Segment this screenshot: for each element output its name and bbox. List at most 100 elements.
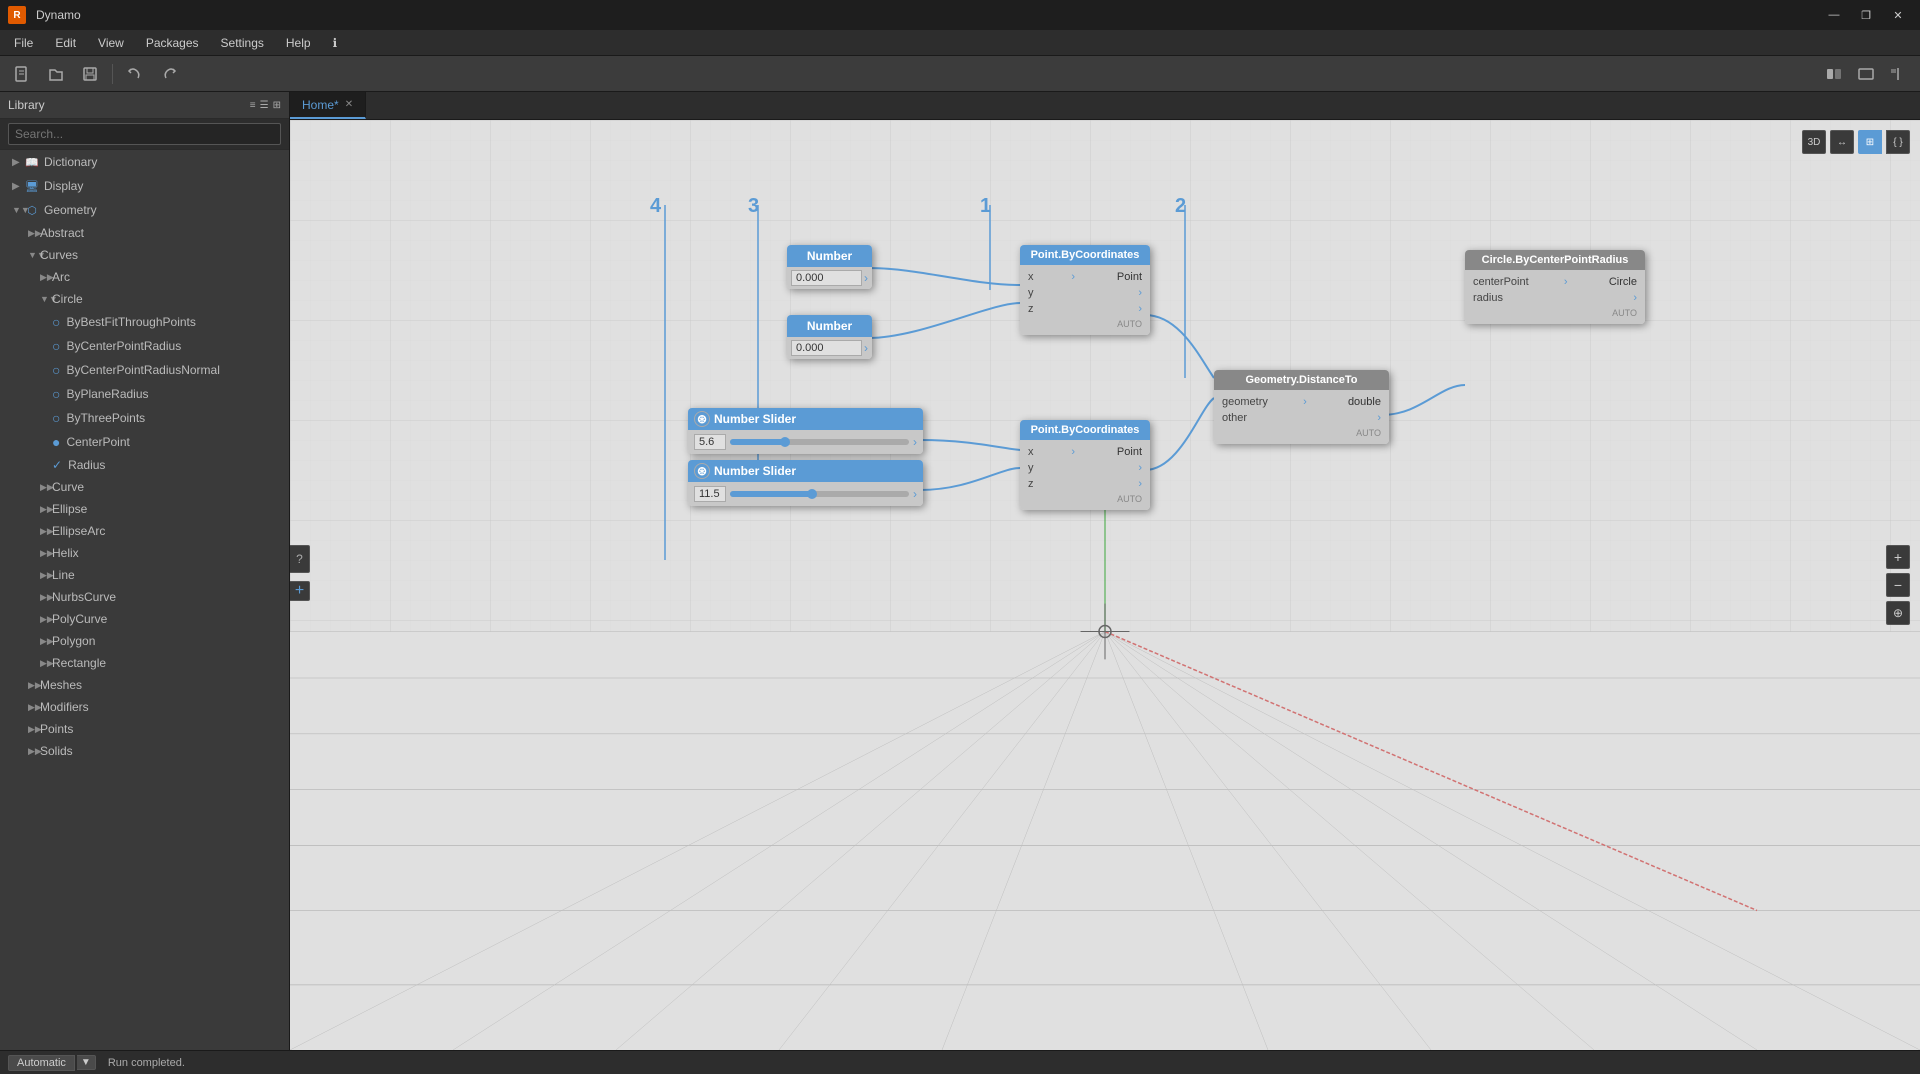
bycenterpoint-label: ByCenterPointRadius (66, 339, 181, 353)
tree-item-radius[interactable]: ✓ Radius (0, 454, 289, 476)
library-view-btn[interactable]: ☰ (260, 100, 269, 111)
tree-item-helix[interactable]: ▶ Helix (0, 542, 289, 564)
tree-item-ellipsearc[interactable]: ▶ EllipseArc (0, 520, 289, 542)
tree-item-nurbscurve[interactable]: ▶ NurbsCurve (0, 586, 289, 608)
tree-item-arc[interactable]: ▶ Arc (0, 266, 289, 288)
circle-node[interactable]: Circle.ByCenterPointRadius centerPoint ›… (1465, 250, 1645, 324)
slider-1-value[interactable]: 5.6 (694, 434, 726, 450)
view-split-button[interactable]: ⊞ (1858, 130, 1882, 154)
canvas-add-button[interactable]: + (290, 581, 310, 601)
tree-item-meshes[interactable]: ▶ Meshes (0, 674, 289, 696)
circle-row-center: centerPoint › Circle (1469, 274, 1641, 290)
circle-output-label: Circle (1609, 276, 1637, 288)
tree-item-ellipse[interactable]: ▶ Ellipse (0, 498, 289, 520)
canvas-viewport[interactable]: 4 3 1 2 Number 0.000 › Number 0.000 › (290, 120, 1920, 1050)
tree-item-bycenter-normal[interactable]: ○ ByCenterPointRadiusNormal (0, 358, 289, 382)
tree-item-curve[interactable]: ▶ Curve (0, 476, 289, 498)
slider-2-track[interactable] (730, 491, 909, 497)
slider-2-thumb[interactable] (807, 489, 817, 499)
run-button[interactable]: Automatic (8, 1055, 75, 1071)
display-label: Display (44, 179, 281, 193)
menu-packages[interactable]: Packages (136, 33, 209, 53)
slider-node-1-body: 5.6 › (688, 430, 923, 454)
zoom-out-button[interactable]: − (1886, 573, 1910, 597)
tree-item-solids[interactable]: ▶ Solids (0, 740, 289, 762)
number-node-1[interactable]: Number 0.000 › (787, 245, 872, 289)
point-node-2[interactable]: Point.ByCoordinates x › Point y › z › (1020, 420, 1150, 510)
tree-item-byplane[interactable]: ○ ByPlaneRadius (0, 382, 289, 406)
point-2-row-x: x › Point (1024, 444, 1146, 460)
menu-file[interactable]: File (4, 33, 43, 53)
tree-item-points[interactable]: ▶ Points (0, 718, 289, 740)
menu-settings[interactable]: Settings (211, 33, 274, 53)
tree-item-polycurve[interactable]: ▶ PolyCurve (0, 608, 289, 630)
point-1-row-z: z › (1024, 301, 1146, 317)
number-node-2[interactable]: Number 0.000 › (787, 315, 872, 359)
tree-item-abstract[interactable]: ▶ Abstract (0, 222, 289, 244)
tree-item-geometry[interactable]: ▼ ⬡ Geometry (0, 198, 289, 222)
maximize-button[interactable]: ❐ (1852, 5, 1880, 25)
point-node-1[interactable]: Point.ByCoordinates x › Point y › z › (1020, 245, 1150, 335)
tab-close-icon[interactable]: ✕ (345, 99, 353, 110)
minimize-button[interactable]: — (1820, 5, 1848, 25)
view-toggle-button[interactable]: ↔ (1830, 130, 1854, 154)
bythree-icon: ○ (52, 410, 60, 426)
slider-1-thumb[interactable] (780, 437, 790, 447)
distanceto-header: Geometry.DistanceTo (1214, 370, 1389, 390)
circle-auto: AUTO (1469, 306, 1641, 320)
library-sort-btn[interactable]: ≡ (250, 100, 256, 111)
library-grid-btn[interactable]: ⊞ (273, 100, 281, 111)
new-button[interactable] (8, 60, 36, 88)
line-label: Line (52, 568, 281, 582)
tree-item-line[interactable]: ▶ Line (0, 564, 289, 586)
tree-item-centerpoint[interactable]: ● CenterPoint (0, 430, 289, 454)
tree-item-modifiers[interactable]: ▶ Modifiers (0, 696, 289, 718)
distanceto-node[interactable]: Geometry.DistanceTo geometry › double ot… (1214, 370, 1389, 444)
tree-item-bybest[interactable]: ○ ByBestFitThroughPoints (0, 310, 289, 334)
slider-node-1[interactable]: ⊛ Number Slider 5.6 › (688, 408, 923, 454)
slider-node-2[interactable]: ⊛ Number Slider 11.5 › (688, 460, 923, 506)
open-button[interactable] (42, 60, 70, 88)
run-arrow-button[interactable]: ▼ (77, 1055, 96, 1070)
solids-label: Solids (40, 744, 281, 758)
point-2-z-arrow: › (1138, 478, 1142, 490)
tree-item-dictionary[interactable]: 📖 Dictionary (0, 150, 289, 174)
number-node-1-value[interactable]: 0.000 (791, 270, 862, 286)
tree-item-bythree[interactable]: ○ ByThreePoints (0, 406, 289, 430)
library-header: Library ≡ ☰ ⊞ (0, 92, 289, 119)
view-code-button[interactable]: { } (1886, 130, 1910, 154)
statusbar: Automatic ▼ Run completed. (0, 1050, 1920, 1074)
point-node-1-body: x › Point y › z › AUTO (1020, 265, 1150, 335)
tree-item-rectangle[interactable]: ▶ Rectangle (0, 652, 289, 674)
zoom-in-button[interactable]: + (1886, 545, 1910, 569)
menu-view[interactable]: View (88, 33, 134, 53)
number-node-2-value[interactable]: 0.000 (791, 340, 862, 356)
menu-help[interactable]: Help (276, 33, 321, 53)
canvas-help-button[interactable]: ? (290, 545, 310, 573)
distanceto-row-other: other › (1218, 410, 1385, 426)
tab-home[interactable]: Home* ✕ (290, 92, 366, 119)
undo-button[interactable] (121, 60, 149, 88)
menu-info[interactable]: ℹ (323, 33, 348, 53)
slider-1-track[interactable] (730, 439, 909, 445)
zoom-fit-button[interactable]: ⊕ (1886, 601, 1910, 625)
save-button[interactable] (76, 60, 104, 88)
redo-button[interactable] (155, 60, 183, 88)
layout1-button[interactable] (1820, 60, 1848, 88)
layout3-button[interactable] (1884, 60, 1912, 88)
curve-label: Curve (52, 480, 281, 494)
slider-2-value[interactable]: 11.5 (694, 486, 726, 502)
tree-item-polygon[interactable]: ▶ Polygon (0, 630, 289, 652)
search-input[interactable] (8, 123, 281, 145)
tree-item-circle[interactable]: ▼ Circle (0, 288, 289, 310)
tree-item-display[interactable]: 🖥 Display (0, 174, 289, 198)
close-button[interactable]: ✕ (1884, 5, 1912, 25)
circle-center-label: centerPoint (1473, 276, 1529, 288)
tree-item-bycenterpoint[interactable]: ○ ByCenterPointRadius (0, 334, 289, 358)
layout2-button[interactable] (1852, 60, 1880, 88)
tree-item-curves[interactable]: ▼ Curves (0, 244, 289, 266)
slider-node-2-body: 11.5 › (688, 482, 923, 506)
menu-edit[interactable]: Edit (45, 33, 86, 53)
distanceto-auto: AUTO (1218, 426, 1385, 440)
view-3d-button[interactable]: 3D (1802, 130, 1826, 154)
